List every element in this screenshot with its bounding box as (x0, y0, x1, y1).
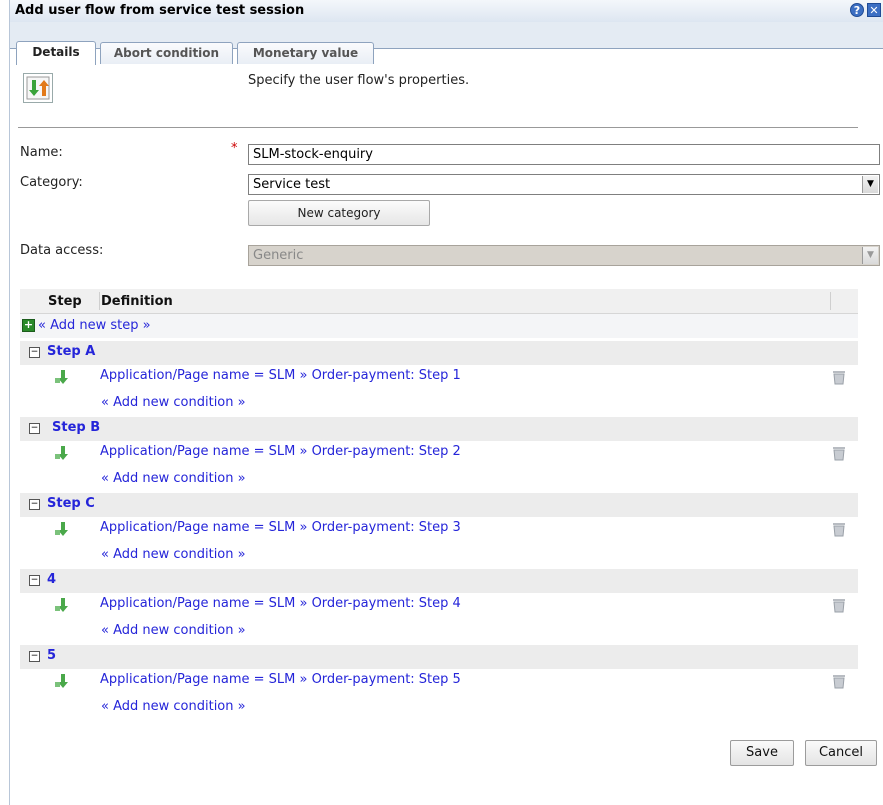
user-flow-icon (23, 73, 53, 103)
condition-link[interactable]: Application/Page name = SLM » Order-paym… (100, 520, 461, 535)
data-access-value: Generic (253, 248, 304, 263)
column-definition[interactable]: Definition (101, 294, 173, 309)
intro-text: Specify the user flow's properties. (248, 73, 470, 88)
new-category-button[interactable]: New category (248, 200, 430, 226)
chevron-down-icon: ▼ (862, 247, 878, 264)
green-arrow-icon (55, 446, 68, 460)
name-field[interactable]: SLM-stock-enquiry (248, 144, 880, 165)
trash-icon[interactable] (832, 369, 846, 385)
column-divider (830, 292, 831, 310)
step-group-header: − 4 (20, 569, 858, 593)
divider (18, 127, 858, 128)
tab-details[interactable]: Details (16, 41, 96, 65)
tab-strip: Details Abort condition Monetary value (10, 22, 883, 65)
condition-link[interactable]: Application/Page name = SLM » Order-paym… (100, 368, 461, 383)
cancel-button[interactable]: Cancel (805, 740, 877, 766)
add-new-step-link[interactable]: « Add new step » (38, 318, 151, 333)
step-group-header: − Step B (20, 417, 858, 441)
category-select-value: Service test (253, 177, 331, 192)
save-button[interactable]: Save (730, 740, 794, 766)
step-group-header: − Step A (20, 341, 858, 365)
dialog-window: Add user flow from service test session … (9, 0, 883, 805)
required-mark: * (231, 141, 238, 156)
trash-icon[interactable] (832, 673, 846, 689)
condition-row: Application/Page name = SLM » Order-paym… (20, 593, 858, 617)
plus-icon[interactable]: + (22, 319, 35, 332)
data-access-select: Generic ▼ (248, 245, 880, 266)
add-new-condition-link[interactable]: « Add new condition » (101, 547, 246, 562)
trash-icon[interactable] (832, 445, 846, 461)
step-name[interactable]: Step B (52, 420, 100, 435)
step-group-header: − 5 (20, 645, 858, 669)
step-name[interactable]: Step C (47, 496, 95, 511)
column-divider (99, 292, 100, 310)
green-arrow-icon (55, 370, 68, 384)
data-access-label: Data access: (20, 243, 104, 258)
step-group-header: − Step C (20, 493, 858, 517)
collapse-toggle-icon[interactable]: − (29, 423, 40, 434)
chevron-down-icon[interactable]: ▼ (862, 176, 878, 193)
condition-link[interactable]: Application/Page name = SLM » Order-paym… (100, 672, 461, 687)
condition-row: Application/Page name = SLM » Order-paym… (20, 365, 858, 389)
condition-row: Application/Page name = SLM » Order-paym… (20, 517, 858, 541)
condition-link[interactable]: Application/Page name = SLM » Order-paym… (100, 596, 461, 611)
add-new-condition-link[interactable]: « Add new condition » (101, 395, 246, 410)
tab-abort-condition[interactable]: Abort condition (100, 42, 233, 64)
green-arrow-icon (55, 598, 68, 612)
name-label: Name: (20, 145, 63, 160)
column-step[interactable]: Step (48, 294, 82, 309)
step-name[interactable]: Step A (47, 344, 95, 359)
green-arrow-icon (55, 674, 68, 688)
add-new-condition-link[interactable]: « Add new condition » (101, 623, 246, 638)
help-icon[interactable]: ? (850, 3, 864, 17)
category-label: Category: (20, 175, 83, 190)
collapse-toggle-icon[interactable]: − (29, 499, 40, 510)
collapse-toggle-icon[interactable]: − (29, 651, 40, 662)
green-arrow-icon (55, 522, 68, 536)
collapse-toggle-icon[interactable]: − (29, 575, 40, 586)
add-new-condition-link[interactable]: « Add new condition » (101, 699, 246, 714)
add-new-condition-link[interactable]: « Add new condition » (101, 471, 246, 486)
add-step-row: + « Add new step » (20, 314, 858, 338)
condition-row: Application/Page name = SLM » Order-paym… (20, 669, 858, 693)
condition-link[interactable]: Application/Page name = SLM » Order-paym… (100, 444, 461, 459)
trash-icon[interactable] (832, 597, 846, 613)
condition-row: Application/Page name = SLM » Order-paym… (20, 441, 858, 465)
trash-icon[interactable] (832, 521, 846, 537)
collapse-toggle-icon[interactable]: − (29, 347, 40, 358)
grid-header: Step Definition (20, 289, 858, 314)
step-name[interactable]: 4 (47, 572, 56, 587)
step-name[interactable]: 5 (47, 648, 56, 663)
dialog-title: Add user flow from service test session (15, 3, 305, 18)
tab-monetary-value[interactable]: Monetary value (237, 42, 374, 64)
category-select[interactable]: Service test ▼ (248, 174, 880, 195)
close-icon[interactable]: ✕ (867, 3, 881, 17)
title-bar: Add user flow from service test session … (10, 0, 883, 23)
